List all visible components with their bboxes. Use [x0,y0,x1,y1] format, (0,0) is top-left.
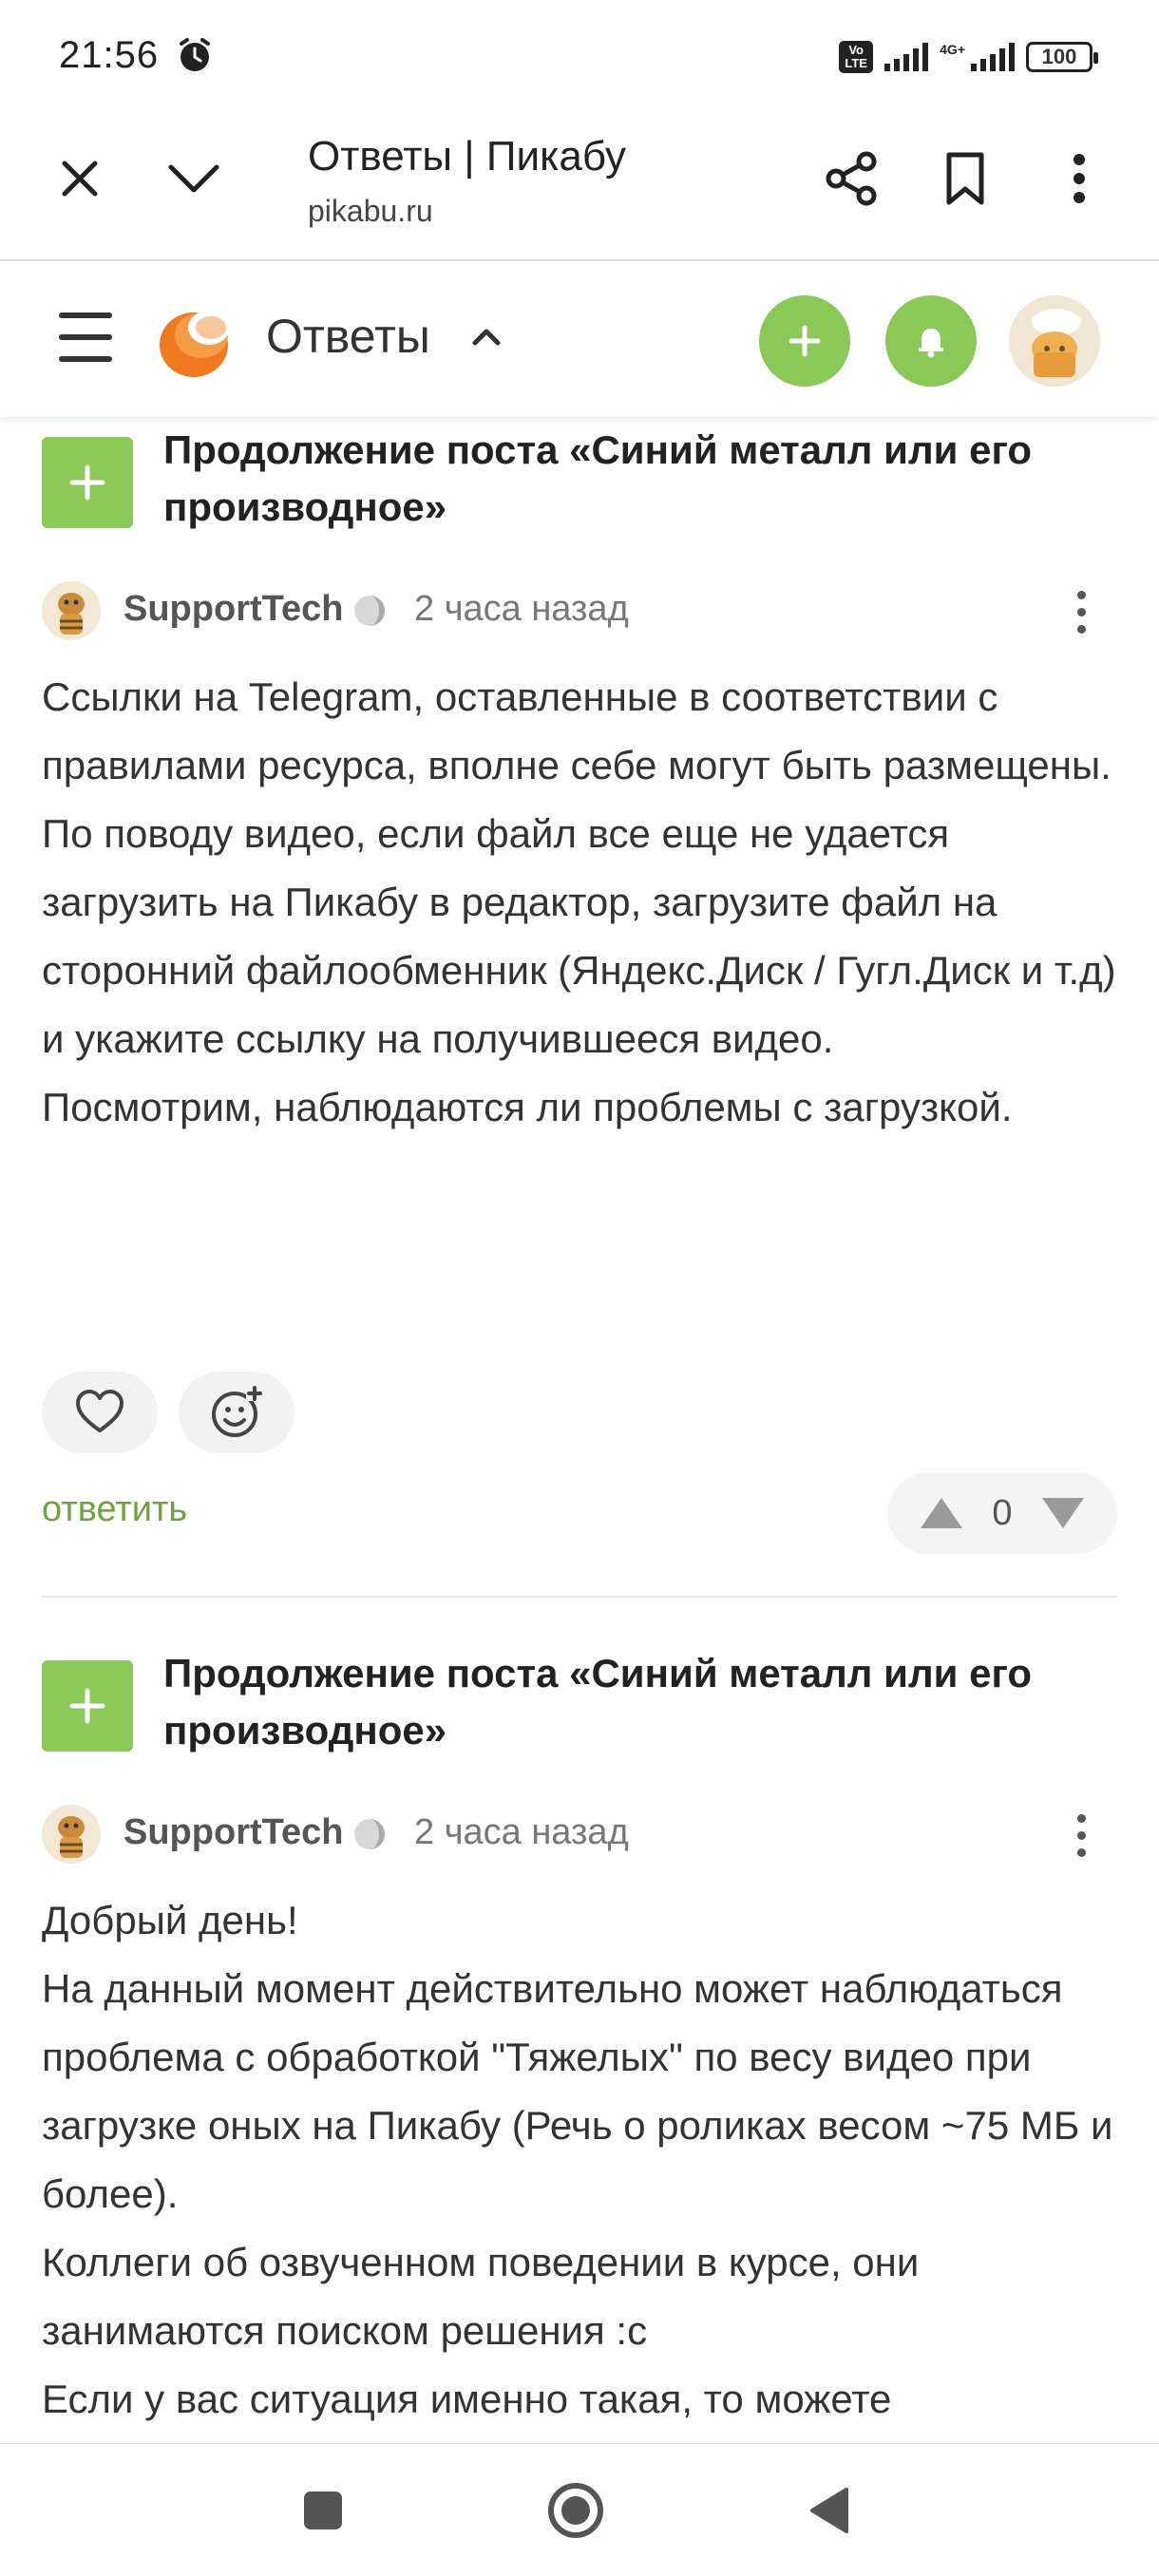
square-icon [304,2491,342,2529]
rating-box: 0 [887,1472,1117,1554]
moon-badge-icon [354,1819,385,1849]
comment-paragraph: Добрый день! [42,1898,298,1942]
comment-paragraph: Ссылки на Telegram, оставленные в соотве… [42,674,1112,787]
username[interactable]: SupportTech [124,589,344,630]
comment-card: Продолжение поста «Синий металл или его … [0,418,1159,1598]
alarm-icon [180,38,210,71]
chevron-down-icon[interactable] [163,148,224,209]
comment-paragraph: Посмотрим, наблюдаются ли проблемы с заг… [42,1085,1013,1129]
comment-more-button[interactable] [1064,583,1098,640]
comment-body: Добрый день! На данный момент действител… [42,1886,1125,2434]
battery-icon: 100 [1026,42,1098,72]
comment-more-button[interactable] [1064,1807,1098,1864]
chevron-up-icon[interactable] [469,320,504,354]
heart-icon [76,1390,124,1432]
browser-toolbar: Ответы | Пикабу pikabu.ru [0,114,1159,261]
profile-avatar[interactable] [1009,295,1100,387]
divider [42,1596,1117,1598]
avatar[interactable] [42,581,101,640]
upvote-icon[interactable] [917,1494,966,1532]
bookmark-icon[interactable] [935,148,996,209]
notifications-button[interactable] [885,295,977,387]
comment-card: Продолжение поста «Синий металл или его … [0,1641,1159,2496]
expand-post-button[interactable] [42,437,133,528]
recents-button[interactable] [285,2472,361,2548]
more-vert-icon[interactable] [1049,148,1110,209]
create-post-button[interactable] [759,295,850,387]
bell-icon [919,329,943,358]
back-button[interactable] [790,2472,866,2548]
signal-icon-2 [971,43,1015,71]
home-button[interactable] [538,2472,614,2548]
avatar[interactable] [42,1805,101,1864]
post-title-link[interactable]: Продолжение поста «Синий металл или его … [163,1645,1123,1759]
status-time: 21:56 [59,34,160,76]
plus-icon [69,1688,105,1724]
moon-badge-icon [354,596,385,626]
close-icon[interactable] [49,148,110,209]
comment-paragraph: Коллеги об озвученном поведении в курсе,… [42,2240,920,2353]
timestamp[interactable]: 2 часа назад [414,1812,629,1853]
system-nav-bar [0,2443,1159,2576]
rating-count: 0 [992,1492,1013,1533]
timestamp[interactable]: 2 часа назад [414,589,629,630]
plus-icon [788,325,821,357]
back-triangle-icon [810,2488,848,2533]
status-indicators: Vo LTE 4G+ 100 [839,38,1098,76]
home-circle-icon [548,2483,603,2538]
share-icon[interactable] [821,148,882,209]
plus-icon [69,464,105,501]
page-url[interactable]: pikabu.ru [308,194,433,229]
expand-post-button[interactable] [42,1660,133,1752]
reply-link[interactable]: ответить [42,1489,187,1530]
comment-paragraph: По поводу видео, если файл все еще не уд… [42,811,1116,1061]
emoji-add-icon [212,1386,263,1437]
like-button[interactable] [42,1372,158,1453]
page-title: Ответы | Пикабу [308,133,627,180]
section-title[interactable]: Ответы [266,309,430,364]
site-header: Ответы [0,263,1159,417]
downvote-icon[interactable] [1038,1494,1088,1532]
comment-body: Ссылки на Telegram, оставленные в соотве… [42,663,1125,1142]
comment-paragraph: Если у вас ситуация именно такая, то мож… [42,2377,892,2421]
comment-paragraph: На данный момент действительно может наб… [42,1966,1113,2216]
menu-icon[interactable] [59,313,116,366]
status-bar: 21:56 Vo LTE 4G+ 100 [0,0,1159,114]
post-title-link[interactable]: Продолжение поста «Синий металл или его … [163,422,1123,536]
pikabu-logo[interactable] [156,299,238,381]
volte-badge: Vo LTE [839,41,874,73]
network-type: 4G+ [940,42,965,57]
username[interactable]: SupportTech [124,1812,344,1853]
add-reaction-button[interactable] [179,1372,294,1453]
signal-icon [884,43,929,71]
